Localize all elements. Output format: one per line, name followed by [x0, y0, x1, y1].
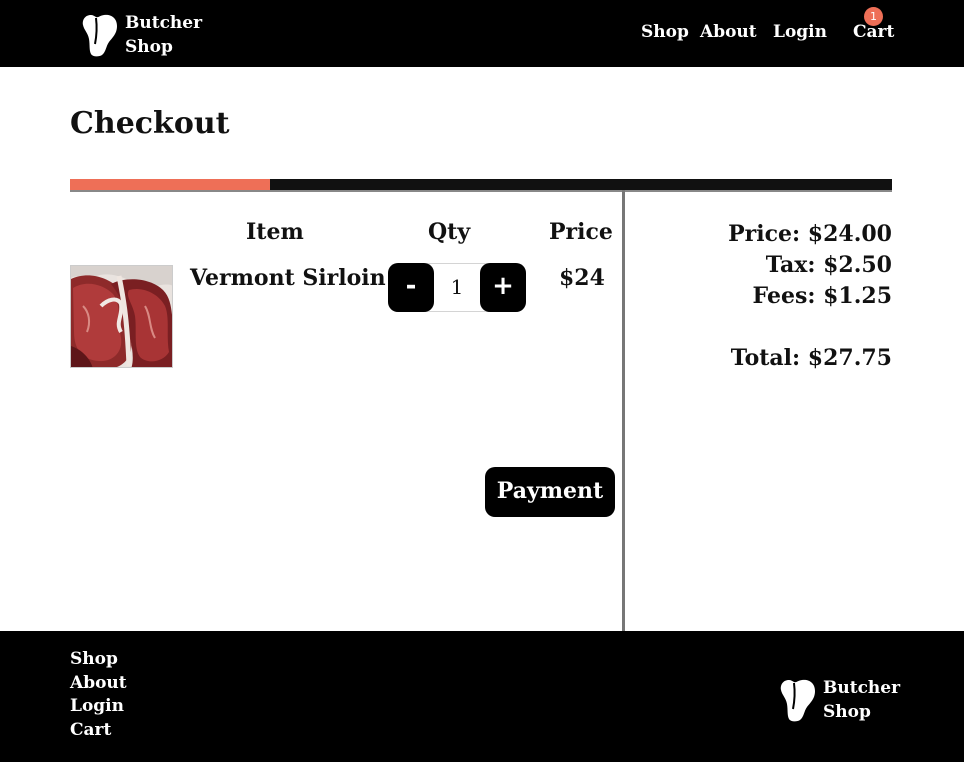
cart-count-badge: 1 [864, 7, 883, 26]
nav-shop-link[interactable]: Shop [641, 22, 689, 42]
brand-logo[interactable]: Butcher Shop [81, 11, 202, 59]
product-image [70, 265, 173, 368]
footer-brand-logo[interactable]: Butcher Shop [779, 676, 900, 724]
footer-cart-link[interactable]: Cart [70, 719, 127, 743]
summary-fees: Fees: $1.25 [752, 283, 892, 309]
column-header-qty: Qty [428, 219, 471, 245]
footer-about-link[interactable]: About [70, 672, 127, 696]
steak-photo-icon [71, 266, 172, 367]
quantity-value[interactable]: 1 [435, 264, 479, 311]
cart-item-name: Vermont Sirloin [190, 265, 386, 291]
increase-quantity-button[interactable]: + [480, 263, 526, 312]
footer-brand-line-1: Butcher [823, 678, 901, 698]
progress-fill [70, 179, 270, 190]
footer-nav: Shop About Login Cart [70, 648, 127, 742]
footer-login-link[interactable]: Login [70, 695, 127, 719]
summary-spacer [728, 312, 892, 343]
summary-price: Price: $24.00 [728, 221, 892, 247]
column-divider [622, 190, 625, 637]
quantity-stepper: - 1 + [388, 263, 526, 312]
order-summary: Price: $24.00 Tax: $2.50 Fees: $1.25 Tot… [728, 219, 892, 374]
site-footer: Shop About Login Cart Butcher Shop [0, 631, 964, 762]
brand-name: Butcher Shop [125, 11, 202, 59]
brand-line-1: Butcher [125, 13, 203, 33]
summary-tax: Tax: $2.50 [765, 252, 892, 278]
footer-brand-name: Butcher Shop [823, 676, 900, 724]
footer-brand-line-2: Shop [823, 702, 871, 722]
brand-line-2: Shop [125, 37, 173, 57]
page-title: Checkout [70, 106, 230, 141]
cart-item-price: $24 [559, 265, 605, 291]
column-header-item: Item [246, 219, 304, 245]
nav-login-link[interactable]: Login [773, 22, 827, 42]
tbone-logo-icon [82, 14, 117, 57]
column-header-price: Price [549, 219, 613, 245]
tbone-logo-icon [780, 679, 815, 722]
progress-underline [70, 190, 892, 192]
checkout-progress-bar [70, 179, 892, 190]
nav-about-link[interactable]: About [700, 22, 757, 42]
payment-button[interactable]: Payment [485, 467, 615, 517]
footer-shop-link[interactable]: Shop [70, 648, 127, 672]
summary-total: Total: $27.75 [730, 345, 892, 371]
site-header: Butcher Shop Shop About Login Cart 1 [0, 0, 964, 67]
decrease-quantity-button[interactable]: - [388, 263, 434, 312]
